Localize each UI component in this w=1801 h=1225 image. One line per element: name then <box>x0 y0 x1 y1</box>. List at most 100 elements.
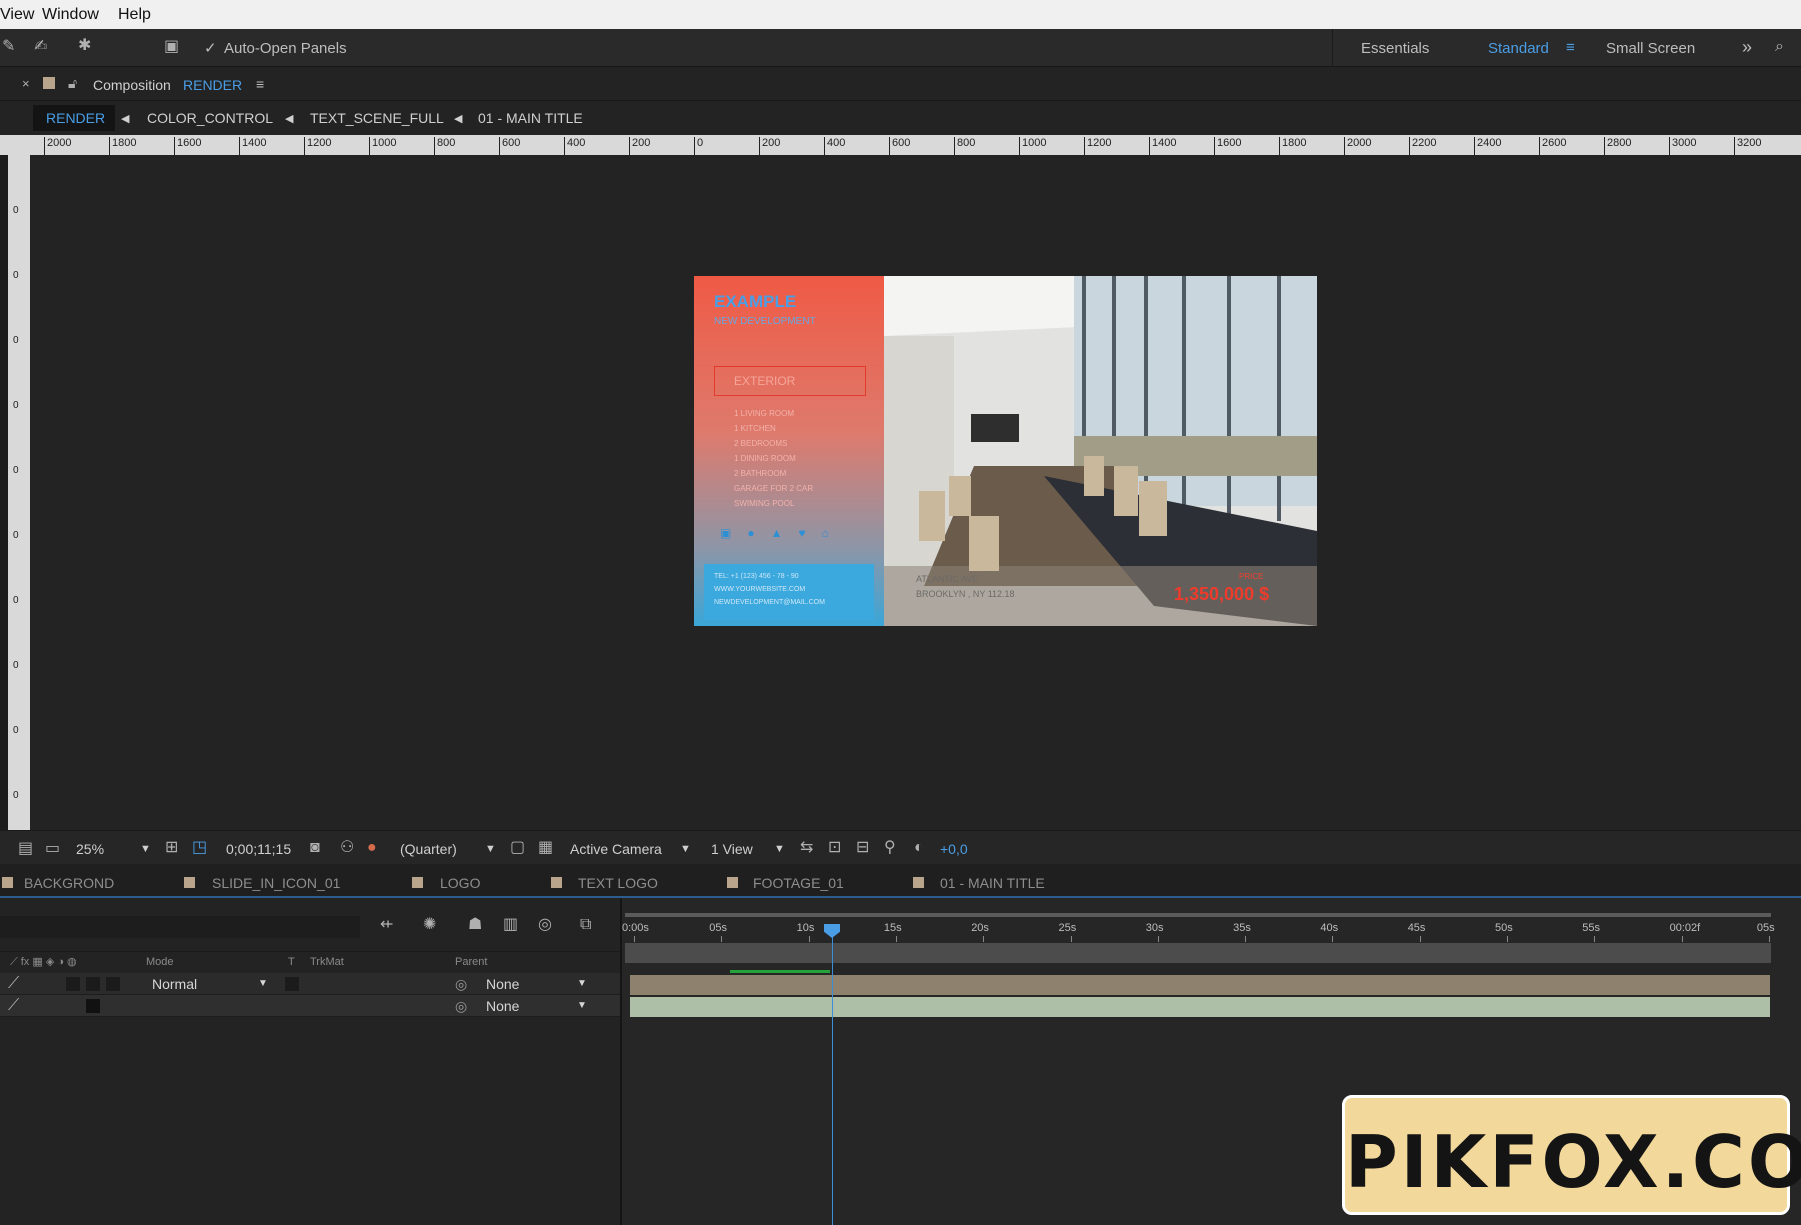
ruler-label: 1800 <box>1282 137 1307 149</box>
close-panel-icon[interactable]: × <box>22 77 30 90</box>
show-snapshot-icon[interactable]: ⚇ <box>340 840 354 856</box>
work-area-bar[interactable] <box>625 913 1771 917</box>
menu-view[interactable]: View <box>0 6 34 24</box>
more-workspaces-icon[interactable]: » <box>1742 37 1752 58</box>
tab-main-title[interactable]: 01 - MAIN TITLE <box>940 875 1045 891</box>
draft-3d-icon[interactable]: ✺ <box>423 917 436 933</box>
parent-select[interactable]: None <box>486 998 519 1014</box>
workspace-small-screen[interactable]: Small Screen <box>1606 40 1695 57</box>
parent-select[interactable]: None <box>486 976 519 992</box>
workspace-menu-icon[interactable]: ≡ <box>1566 39 1575 56</box>
lock-icon[interactable]: 🔓︎ <box>68 76 77 90</box>
time-tick-label: 10s <box>796 922 815 934</box>
mask-visibility-icon[interactable]: ◳ <box>192 840 207 856</box>
panel-menu-icon[interactable]: ≡ <box>256 76 264 92</box>
current-time-indicator[interactable] <box>832 928 833 1225</box>
tab-text-logo[interactable]: TEXT LOGO <box>578 875 658 891</box>
auto-open-checkbox[interactable]: ✓ <box>204 39 217 57</box>
monitor-icon[interactable]: ▭ <box>45 841 60 857</box>
layer-row[interactable]: ⟋ ◎ None ▼ <box>0 995 620 1017</box>
current-timecode[interactable]: 0;00;11;15 <box>226 841 291 857</box>
chevron-down-icon[interactable]: ▼ <box>774 843 785 855</box>
search-help-icon[interactable]: ⌕ <box>1775 39 1784 55</box>
layer-bar-2[interactable] <box>630 997 1770 1017</box>
column-mode[interactable]: Mode <box>146 956 174 968</box>
blend-mode-select[interactable]: Normal <box>152 976 197 992</box>
layer-row[interactable]: ⟋ Normal ▼ ◎ None ▼ <box>0 973 620 995</box>
tab-backgrond[interactable]: BACKGROND <box>24 875 114 891</box>
snapshot-camera-icon[interactable]: ◙ <box>310 840 320 856</box>
snapping-icon[interactable]: ▣ <box>164 39 179 55</box>
chevron-down-icon[interactable]: ▼ <box>577 978 587 989</box>
contact-list: TEL: +1 (123) 456 - 78 - 90 WWW.YOURWEBS… <box>714 570 825 609</box>
time-tick <box>808 936 810 942</box>
column-parent[interactable]: Parent <box>455 956 487 968</box>
breadcrumb-main-title[interactable]: 01 - MAIN TITLE <box>478 110 583 126</box>
chevron-down-icon[interactable]: ▼ <box>680 843 691 855</box>
layer-switch[interactable] <box>106 977 120 991</box>
ruler-tick <box>434 137 435 155</box>
camera-select[interactable]: Active Camera <box>570 841 662 857</box>
time-tick <box>1157 936 1159 942</box>
layer-switch[interactable] <box>66 977 80 991</box>
pick-whip-icon[interactable]: ◎ <box>455 998 467 1015</box>
breadcrumb-color-control[interactable]: COLOR_CONTROL <box>147 110 273 126</box>
price-value: 1,350,000 $ <box>1174 584 1270 604</box>
menu-window[interactable]: Window <box>42 6 99 24</box>
fast-preview-icon[interactable]: ⊡ <box>828 840 841 856</box>
exposure-value[interactable]: +0,0 <box>940 841 968 857</box>
region-of-interest-icon[interactable]: ▢ <box>510 840 525 856</box>
layer-switch[interactable] <box>86 999 100 1013</box>
fit-frame-icon[interactable]: ⊞ <box>165 840 178 856</box>
chevron-down-icon[interactable]: ▼ <box>140 843 151 855</box>
comp-mini-flowchart-icon[interactable]: ⇷ <box>380 917 393 933</box>
vertical-ruler[interactable]: 0 0 0 0 0 0 0 0 0 0 <box>8 155 30 830</box>
chevron-down-icon[interactable]: ▼ <box>485 843 496 855</box>
motion-blur-icon[interactable]: ◎ <box>538 917 552 933</box>
layer-bar-1[interactable] <box>630 975 1770 995</box>
time-tick <box>1507 936 1508 942</box>
time-navigator[interactable] <box>625 943 1771 963</box>
resolution-select[interactable]: (Quarter) <box>400 841 457 857</box>
chevron-down-icon[interactable]: ▼ <box>577 1000 587 1011</box>
time-tick-label: 55s <box>1582 922 1601 934</box>
menu-help[interactable]: Help <box>118 6 151 24</box>
preserve-transparency-checkbox[interactable] <box>285 977 299 991</box>
breadcrumb-render[interactable]: RENDER <box>46 110 105 126</box>
shy-layers-icon[interactable]: ☗ <box>468 917 482 933</box>
puppet-pin-tool-icon[interactable]: ✱ <box>78 38 91 54</box>
timeline-icon[interactable]: ⊟ <box>856 840 869 856</box>
roto-brush-tool-icon[interactable]: ✍ <box>34 39 47 55</box>
breadcrumb-text-scene-full[interactable]: TEXT_SCENE_FULL <box>310 110 444 126</box>
workspace-essentials[interactable]: Essentials <box>1361 40 1429 57</box>
horizontal-ruler[interactable]: 2000 1800 1600 1400 1200 1000 800 600 400 200 0 200… <box>0 135 1801 155</box>
graph-editor-icon[interactable]: ⧉ <box>580 917 591 933</box>
ruler-label: 0 <box>13 270 19 281</box>
brush-tool-icon[interactable]: ✎ <box>2 39 15 55</box>
view-layout-select[interactable]: 1 View <box>711 841 753 857</box>
zoom-select[interactable]: 25% <box>76 841 104 857</box>
tab-logo[interactable]: LOGO <box>440 875 480 891</box>
transparency-grid-icon[interactable]: ▦ <box>538 840 553 856</box>
layer-search-input[interactable] <box>0 916 360 938</box>
time-ruler[interactable]: 0:00s 05s 10s 15s 20s 25s 30s 35s 40s 45s 50s 55s 00… <box>622 920 1801 942</box>
frame-blending-icon[interactable]: ▥ <box>503 917 518 933</box>
chevron-down-icon[interactable]: ▼ <box>258 978 268 989</box>
ruler-tick <box>1149 137 1150 155</box>
color-channels-icon[interactable]: ● <box>367 840 377 856</box>
layer-switch[interactable] <box>86 977 100 991</box>
time-tick <box>1594 936 1596 942</box>
workspace-standard[interactable]: Standard <box>1488 40 1549 57</box>
always-preview-icon[interactable]: ▤ <box>18 841 33 857</box>
tab-slide-in-icon[interactable]: SLIDE_IN_ICON_01 <box>212 875 340 891</box>
ruler-label: 1200 <box>1087 137 1112 149</box>
tab-footage[interactable]: FOOTAGE_01 <box>753 875 844 891</box>
flowchart-icon[interactable]: ⚲ <box>884 840 896 856</box>
toggle-pixel-aspect-icon[interactable]: ⇆ <box>800 840 813 856</box>
column-t[interactable]: T <box>288 956 295 968</box>
column-trkmat[interactable]: TrkMat <box>310 956 344 968</box>
pick-whip-icon[interactable]: ◎ <box>455 976 467 993</box>
reset-exposure-icon[interactable]: ◐ <box>914 840 924 856</box>
composition-preview-frame[interactable]: EXAMPLE NEW DEVELOPMENT EXTERIOR 1 LIVIN… <box>694 276 1317 626</box>
ruler-tick <box>369 137 370 155</box>
